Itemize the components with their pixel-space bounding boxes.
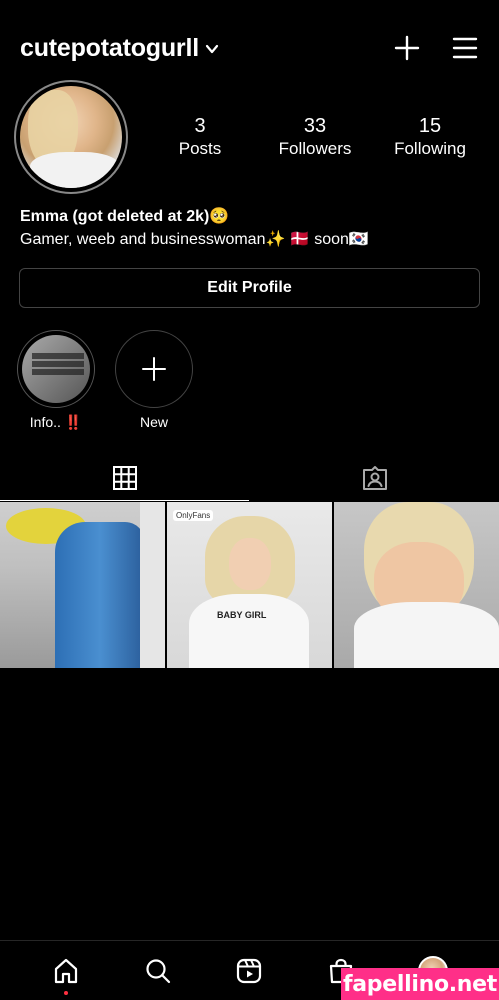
nav-search[interactable] <box>138 951 178 991</box>
username: cutepotatogurll <box>20 34 199 62</box>
post-shirt-text: BABY GIRL <box>217 610 267 620</box>
nav-home[interactable] <box>46 951 86 995</box>
post-thumbnail[interactable] <box>0 502 165 668</box>
onlyfans-logo: OnlyFans <box>173 510 214 521</box>
plus-icon[interactable] <box>393 34 421 62</box>
new-highlight-ring <box>115 330 193 408</box>
profile-stats: 3 Posts 33 Followers 15 Following <box>150 115 480 161</box>
tab-tagged[interactable] <box>250 455 499 501</box>
highlight-ring <box>17 330 95 408</box>
nav-reels[interactable] <box>229 951 269 991</box>
post-thumbnail[interactable]: OnlyFans BABY GIRL <box>167 502 332 668</box>
watermark: fapellino.net <box>341 968 499 1000</box>
home-icon <box>54 958 77 983</box>
display-name: Emma (got deleted at 2k)🥺 <box>20 208 230 225</box>
chevron-down-icon <box>205 44 219 53</box>
tagged-icon <box>362 466 387 490</box>
tab-posts-grid[interactable] <box>0 455 249 501</box>
search-icon <box>146 958 170 983</box>
post-thumbnail[interactable] <box>334 502 499 668</box>
plus-icon <box>142 357 166 381</box>
highlight-info[interactable]: Info.. ‼️ <box>17 330 95 431</box>
stat-label: Following <box>394 139 466 158</box>
edit-profile-button[interactable]: Edit Profile <box>19 268 480 308</box>
highlight-new[interactable]: New <box>115 330 193 430</box>
stat-followers[interactable]: 33 Followers <box>265 115 365 161</box>
stat-posts[interactable]: 3 Posts <box>150 115 250 161</box>
profile-avatar-ring[interactable] <box>14 80 128 194</box>
bio-text: Gamer, weeb and businesswoman✨ 🇩🇰 soon🇰🇷 <box>20 231 369 248</box>
stat-following[interactable]: 15 Following <box>380 115 480 161</box>
notification-dot <box>63 990 68 995</box>
profile-bio: Emma (got deleted at 2k)🥺 Gamer, weeb an… <box>20 205 369 251</box>
username-switcher[interactable]: cutepotatogurll <box>20 34 219 63</box>
stat-value: 33 <box>303 115 327 137</box>
profile-tabs <box>0 455 499 501</box>
grid-icon <box>112 465 137 490</box>
highlight-cover <box>22 335 90 403</box>
stat-label: Posts <box>178 139 222 158</box>
highlight-label: Info.. ‼️ <box>29 414 83 430</box>
stat-label: Followers <box>278 139 352 158</box>
posts-grid: OnlyFans BABY GIRL <box>0 502 499 668</box>
highlight-label: New <box>139 414 168 430</box>
stat-value: 3 <box>194 115 206 137</box>
menu-icon[interactable] <box>451 34 479 62</box>
reels-icon <box>237 958 262 983</box>
stat-value: 15 <box>418 115 442 137</box>
profile-avatar <box>20 86 122 188</box>
